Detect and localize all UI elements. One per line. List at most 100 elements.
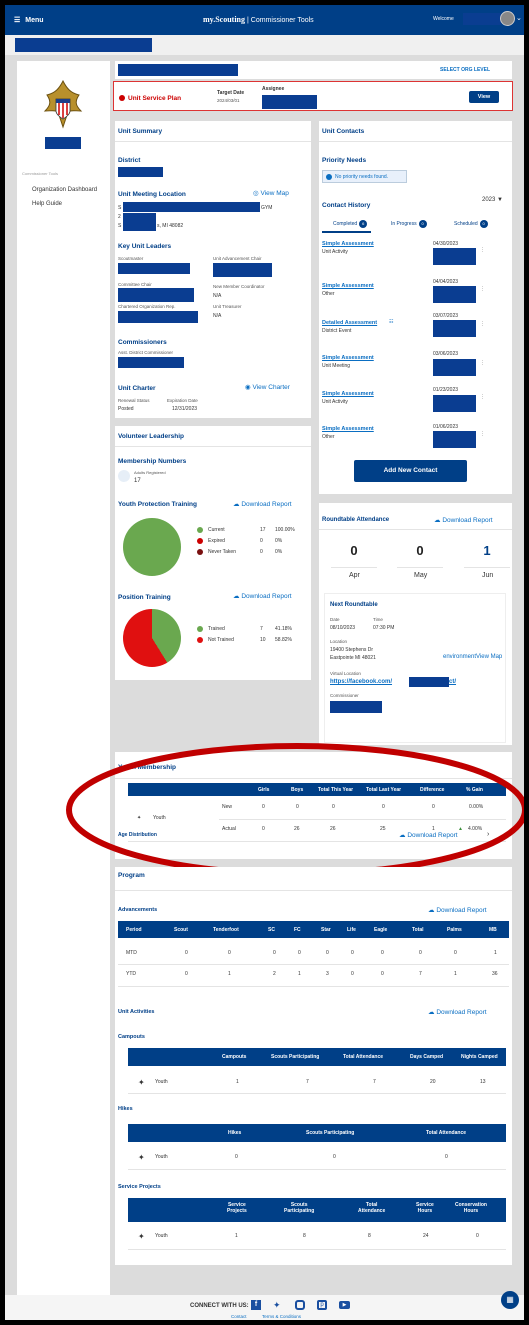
cell: 0 — [445, 1154, 448, 1160]
tab-scheduled-count: 0 — [479, 220, 488, 228]
view-map-link[interactable]: ◎ View Map — [253, 189, 289, 197]
info-icon — [326, 174, 332, 180]
assignee-label: Assignee — [262, 86, 285, 92]
col-header: Hikes — [228, 1130, 242, 1136]
contact-entry[interactable]: Simple Assessment Other 01/06/2023 ⋮ — [319, 419, 512, 448]
more-icon[interactable]: ⋮ — [480, 286, 485, 292]
tab-in-progress-count: 0 — [418, 220, 427, 228]
contact-type-link[interactable]: Simple Assessment — [322, 355, 374, 361]
volunteer-leadership-card: Volunteer Leadership Membership Numbers … — [115, 426, 311, 680]
co-rep-label: Chartered Organization Rep. — [118, 304, 176, 309]
more-icon[interactable]: ⋮ — [480, 321, 485, 327]
usp-view-button[interactable]: View — [469, 91, 499, 103]
col-header: Total Attendance — [426, 1130, 467, 1136]
more-icon[interactable]: ⋮ — [480, 431, 485, 437]
more-icon[interactable]: ⋮ — [480, 394, 485, 400]
ypt-download-link[interactable]: ☁ Download Report — [233, 500, 292, 508]
virtual-location-link-tail[interactable]: ct/ — [449, 679, 456, 685]
ypt-percent: 100.00% — [275, 527, 295, 533]
cell: 3 — [326, 971, 329, 977]
adults-registered-value: 17 — [134, 478, 141, 484]
roundtable-view-map-link[interactable]: environmentView Map — [443, 654, 502, 660]
cell: 7 — [419, 971, 422, 977]
contact-date: 01/23/2023 — [433, 387, 459, 393]
org-level-bar: SELECT ORG LEVEL — [115, 61, 512, 79]
position-download-label: Download Report — [241, 593, 292, 600]
meeting-location-label: Unit Meeting Location — [118, 191, 186, 198]
roundtable-download-label: Download Report — [442, 517, 493, 524]
sidebar: Commissioner Tools Organization Dashboar… — [17, 61, 110, 1301]
advancements-download-link[interactable]: ☁ Download Report — [428, 906, 487, 914]
contact-type-link[interactable]: Simple Assessment — [322, 283, 374, 289]
advancements-table-header: Period Scout Tenderfoot SC FC Star Life … — [118, 921, 509, 938]
twitter-icon[interactable]: ✦ — [273, 1300, 281, 1311]
contact-entry[interactable]: Simple Assessment Unit Meeting 03/06/202… — [319, 351, 512, 377]
roundtable-count-jun: 1 — [483, 543, 491, 558]
tab-scheduled[interactable]: Scheduled 0 — [454, 220, 488, 228]
bsa-logo — [43, 79, 83, 129]
tab-in-progress[interactable]: In Progress 0 — [391, 220, 427, 228]
contact-type-link[interactable]: Detailed Assessment — [322, 320, 377, 326]
pinterest-icon[interactable]: p — [317, 1300, 327, 1310]
more-icon[interactable]: ⋮ — [480, 360, 485, 366]
roundtable-download-link[interactable]: ☁ Download Report — [434, 516, 493, 524]
youtube-icon[interactable]: ▶ — [339, 1301, 350, 1309]
col-header: SC — [268, 927, 275, 933]
adc-label: Asst. District Commissioner — [118, 350, 174, 355]
col-header: FC — [294, 927, 301, 933]
instagram-icon[interactable] — [295, 1300, 305, 1310]
cloud-download-icon: ☁ — [428, 1009, 435, 1016]
cell: 0 — [381, 950, 384, 956]
menu-button[interactable]: ☰ Menu — [14, 16, 44, 25]
position-count: 10 — [260, 637, 266, 643]
chevron-down-icon[interactable]: ⌄ — [516, 14, 522, 22]
hikes-table-header: Hikes Scouts Participating Total Attenda… — [128, 1124, 506, 1142]
cell: 36 — [492, 971, 498, 977]
cell: 8 — [368, 1233, 371, 1239]
avatar[interactable] — [500, 11, 515, 26]
position-label: Not Trained — [208, 637, 234, 643]
divider — [118, 964, 509, 965]
year-select[interactable]: 2023 ▼ — [482, 197, 503, 203]
facebook-icon[interactable]: f — [251, 1300, 261, 1310]
tab-completed[interactable]: Completed 6 — [333, 220, 368, 228]
cell: 2 — [273, 971, 276, 977]
assignee-redacted — [262, 95, 317, 109]
divider — [115, 890, 512, 891]
virtual-location-link[interactable]: https://facebook.com/ — [330, 679, 392, 685]
contact-type-link[interactable]: Simple Assessment — [322, 241, 374, 247]
position-download-link[interactable]: ☁ Download Report — [233, 592, 292, 600]
select-org-level-link[interactable]: SELECT ORG LEVEL — [440, 67, 490, 73]
col-header: Service Hours — [416, 1202, 434, 1214]
month-apr: Apr — [349, 572, 360, 579]
sidebar-item-help-guide[interactable]: Help Guide — [32, 201, 62, 207]
contact-subtype: Other — [322, 291, 335, 297]
contact-entry[interactable]: Simple Assessment Other 04/04/2023 ⋮ — [319, 276, 512, 303]
priority-none-text: No priority needs found. — [335, 174, 389, 180]
contact-link[interactable]: Contact — [231, 1314, 247, 1319]
contact-type-link[interactable]: Simple Assessment — [322, 426, 374, 432]
divider — [115, 446, 311, 447]
roundtable-count-may: 0 — [416, 543, 424, 558]
priority-needs-title: Priority Needs — [322, 157, 367, 164]
treasurer-value: N/A — [213, 313, 222, 319]
contact-entry[interactable]: Detailed Assessment ☷ District Event 03/… — [319, 313, 512, 339]
activities-download-link[interactable]: ☁ Download Report — [428, 1008, 487, 1016]
cell: 0 — [454, 950, 457, 956]
position-count: 7 — [260, 626, 263, 632]
contact-type-link[interactable]: Simple Assessment — [322, 391, 374, 397]
chat-icon[interactable]: ▦ — [501, 1291, 519, 1309]
eye-icon: ◉ — [245, 384, 251, 391]
cell: 1 — [235, 1233, 238, 1239]
more-icon[interactable]: ⋮ — [480, 247, 485, 253]
contact-entry[interactable]: Simple Assessment Unit Activity 01/23/20… — [319, 383, 512, 412]
virtual-link-redacted — [409, 677, 449, 687]
cell: 0 — [228, 950, 231, 956]
committee-chair-redacted — [118, 288, 194, 302]
contact-entry[interactable]: Simple Assessment Unit Activity 04/30/20… — [319, 241, 512, 267]
add-new-contact-button[interactable]: Add New Contact — [354, 460, 467, 482]
view-charter-link[interactable]: ◉ View Charter — [245, 383, 290, 391]
sidebar-item-organization-dashboard[interactable]: Organization Dashboard — [32, 187, 97, 193]
col-header: Scout — [174, 927, 188, 933]
terms-link[interactable]: Terms & Conditions — [262, 1314, 301, 1319]
